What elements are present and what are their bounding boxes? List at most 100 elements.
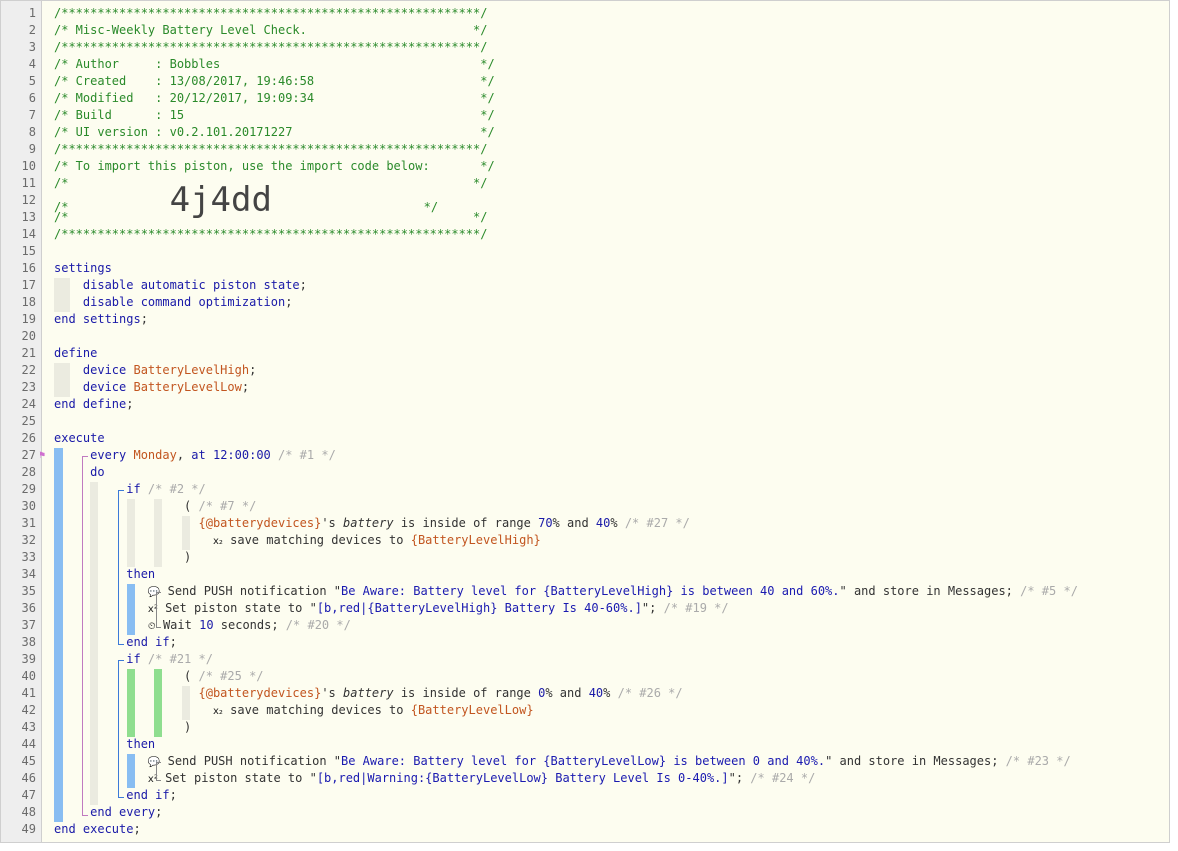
code-token: battery [343, 686, 394, 700]
line-number: 29 [21, 482, 36, 496]
line-number: 42 [21, 703, 36, 717]
line-number: 48 [21, 805, 36, 819]
code-line[interactable]: /* Modified : 20/12/2017, 19:09:34 */ [54, 90, 495, 107]
line-number: 40 [21, 669, 36, 683]
code-editor[interactable]: 1 2 3 4 5 6 7 8 9 10 11 12 13 14 15 16 17 18 19 20 21 22 23 24 2… [0, 0, 1170, 843]
line-number: 3 [28, 40, 36, 54]
code-token: /***************************************… [54, 40, 488, 54]
if1-condition-bar-b [154, 499, 162, 567]
code-token: /* #2 */ [140, 482, 206, 496]
code-line[interactable]: device BatteryLevelLow; [54, 379, 249, 396]
code-token: ; [241, 380, 250, 394]
code-token: save matching devices to [222, 703, 411, 717]
code-token: end settings [54, 312, 141, 326]
code-token: /* Author : Bobbles */ [54, 57, 495, 71]
line-number: 43 [21, 720, 36, 734]
code-line[interactable]: disable automatic piston state; [54, 277, 307, 294]
line-number: 12 [21, 193, 36, 207]
line-number: 49 [21, 822, 36, 836]
code-token: /***************************************… [54, 142, 488, 156]
code-token: /* Misc-Weekly Battery Level Check. */ [54, 23, 488, 37]
line-number: 36 [21, 601, 36, 615]
statement-icon: ⏲ [147, 621, 156, 632]
code-line[interactable]: every Monday, at 12:00:00 /* #1 */ [54, 447, 336, 464]
code-line[interactable]: /* Author : Bobbles */ [54, 56, 495, 73]
code-token: {BatteryLevelLow} [410, 703, 534, 717]
line-number: 14 [21, 227, 36, 241]
code-line[interactable]: {@batterydevices}'s battery is inside of… [54, 515, 690, 532]
code-line[interactable]: /* To import this piston, use the import… [54, 158, 495, 175]
code-line[interactable]: /***************************************… [54, 39, 487, 56]
line-number: 2 [28, 23, 36, 37]
code-line[interactable]: settings [54, 260, 112, 277]
code-line[interactable]: end define; [54, 396, 133, 413]
code-token: {BatteryLevelHigh} [410, 533, 541, 547]
code-token: [b,red|Warning:{BatteryLevelLow} Battery… [316, 771, 729, 785]
code-token: disable command optimization [82, 295, 286, 309]
code-line[interactable]: x² Set piston state to "[b,red|Warning:{… [54, 770, 815, 787]
line-number: 38 [21, 635, 36, 649]
code-token: ; [169, 635, 177, 649]
code-line[interactable]: if /* #21 */ [54, 651, 213, 668]
code-line[interactable]: /* UI version : v0.2.101.20171227 */ [54, 124, 495, 141]
line-number: 41 [21, 686, 36, 700]
code-token: "; [728, 771, 744, 785]
code-line[interactable]: then [54, 566, 155, 583]
code-line[interactable]: /* Created : 13/08/2017, 19:46:58 */ [54, 73, 495, 90]
line-number: 44 [21, 737, 36, 751]
code-line[interactable]: /* Build : 15 */ [54, 107, 495, 124]
line-number: 17 [21, 278, 36, 292]
code-token: "; [641, 601, 657, 615]
code-token: /* */ [54, 210, 488, 224]
code-line[interactable]: ⏲ Wait 10 seconds; /* #20 */ [54, 617, 351, 634]
code-token: ; [126, 397, 134, 411]
code-line[interactable]: /* Misc-Weekly Battery Level Check. */ [54, 22, 487, 39]
code-token: do [90, 465, 105, 479]
code-line[interactable]: /* 4j4dd */ [54, 183, 438, 217]
code-token: {@batterydevices} [198, 516, 322, 530]
code-line[interactable]: end execute; [54, 821, 141, 838]
code-token: end define [54, 397, 127, 411]
line-number: 21 [21, 346, 36, 360]
code-token: /* Created : 13/08/2017, 19:46:58 */ [54, 74, 495, 88]
if2-then-bar [127, 754, 135, 788]
code-line[interactable]: end if; [54, 787, 177, 804]
code-line[interactable]: end every; [54, 804, 162, 821]
code-line[interactable]: {@batterydevices}'s battery is inside of… [54, 685, 683, 702]
code-line[interactable]: define [54, 345, 97, 362]
line-number: 16 [21, 261, 36, 275]
code-line[interactable]: /***************************************… [54, 226, 487, 243]
code-token: battery [343, 516, 394, 530]
code-token: Be Aware: Battery level for {BatteryLeve… [341, 584, 840, 598]
code-token: ; [133, 822, 141, 836]
line-number: 33 [21, 550, 36, 564]
code-line[interactable]: disable command optimization; [54, 294, 293, 311]
line-number: 6 [28, 91, 36, 105]
code-token: device [82, 380, 134, 394]
code-line[interactable]: device BatteryLevelHigh; [54, 362, 256, 379]
code-line[interactable]: end if; [54, 634, 177, 651]
code-token: 40 [588, 686, 604, 700]
code-token: 40 [595, 516, 611, 530]
code-line[interactable]: 💬 Send PUSH notification "Be Aware: Batt… [54, 583, 1078, 600]
code-token: ; [299, 278, 307, 292]
code-line[interactable]: if /* #2 */ [54, 481, 206, 498]
line-number: 4 [28, 57, 36, 71]
code-token: every [90, 448, 134, 462]
code-line[interactable]: end settings; [54, 311, 148, 328]
code-line[interactable]: /* */ [54, 209, 487, 226]
code-line[interactable]: x₂ save matching devices to {BatteryLeve… [54, 702, 534, 719]
code-token: /* #24 */ [743, 771, 816, 785]
code-token: then [126, 567, 156, 581]
if1-condition-bar-a [127, 499, 135, 567]
code-line[interactable]: /***************************************… [54, 141, 487, 158]
line-number: 5 [28, 74, 36, 88]
code-line[interactable]: 💬 Send PUSH notification "Be Aware: Batt… [54, 753, 1071, 770]
code-token: 10 [199, 618, 214, 632]
if1-then-bracket [156, 592, 161, 628]
code-line[interactable]: /***************************************… [54, 5, 487, 22]
code-line[interactable]: execute [54, 430, 105, 447]
flag-icon[interactable]: ⚑ [39, 447, 45, 464]
code-token: settings [54, 261, 112, 275]
code-line[interactable]: then [54, 736, 155, 753]
